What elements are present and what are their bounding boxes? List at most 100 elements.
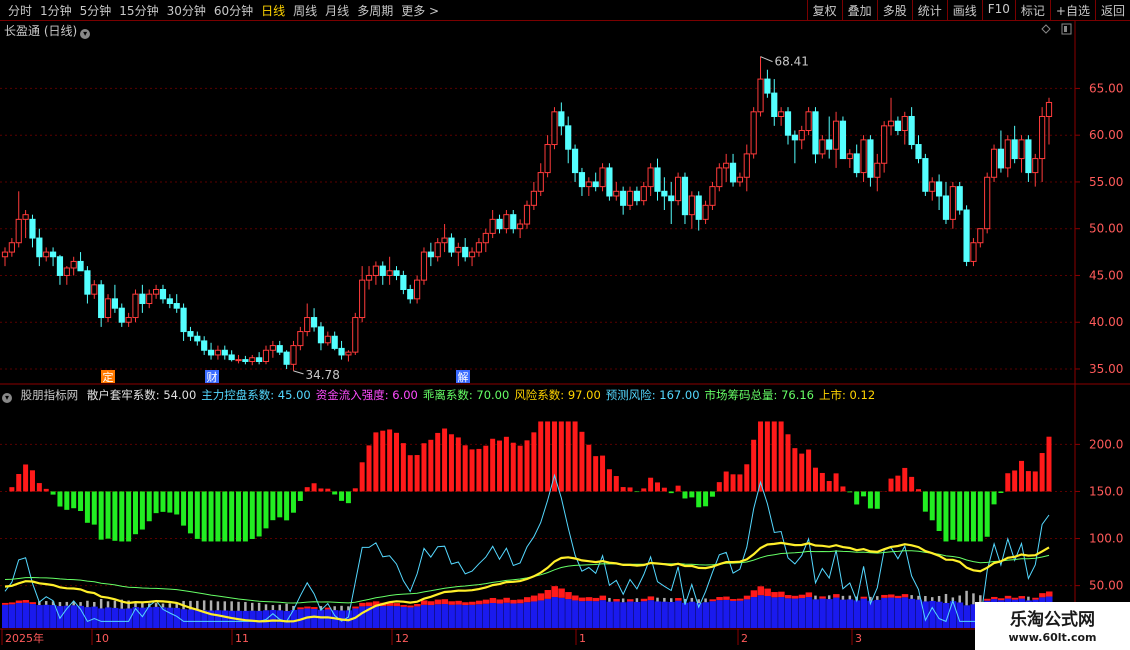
stock-title[interactable]: 长盈通 (日线) ▾ <box>4 22 91 39</box>
chevron-down-icon[interactable]: ▾ <box>2 393 12 403</box>
support-bar <box>146 491 152 522</box>
candle-body <box>517 223 524 230</box>
candle-body <box>702 204 709 220</box>
volume-base-bar <box>819 598 826 628</box>
candle-body <box>262 349 270 362</box>
volume-base-bar <box>36 605 43 628</box>
inflow-bar <box>469 601 476 605</box>
event-markers[interactable]: 定财解 <box>101 370 470 384</box>
period-tab-10[interactable]: 更多 > <box>397 2 443 19</box>
candle-body <box>365 274 373 281</box>
volume-base-bar <box>764 596 771 628</box>
support-bar <box>249 491 255 539</box>
tool-button-6[interactable]: 标记 <box>1014 0 1050 20</box>
volume-base-bar <box>572 600 579 628</box>
inflow-bar <box>730 599 737 601</box>
period-tabs: 分时 1分钟 5分钟 15分钟 30分钟 60分钟 日线 周线 月线 多周期 更多 > <box>4 2 443 19</box>
volume-base-bar <box>187 609 194 628</box>
period-tab-8[interactable]: 月线 <box>321 2 353 19</box>
inflow-bar <box>819 596 826 599</box>
tool-button-4[interactable]: 画线 <box>946 0 982 20</box>
candle-body <box>709 186 716 206</box>
volume-base-bar <box>778 597 785 628</box>
support-bar <box>943 491 949 542</box>
volume-base-bar <box>544 598 552 628</box>
pressure-bar <box>895 475 901 492</box>
pressure-bar <box>448 434 454 492</box>
tool-button-1[interactable]: 叠加 <box>841 0 877 20</box>
indicator-tick-label: 50.00 <box>1089 579 1123 593</box>
candle-body <box>166 298 173 305</box>
volume-base-bar <box>359 606 366 628</box>
candle-body <box>578 172 586 188</box>
pressure-bar <box>428 439 434 492</box>
candle-body <box>853 153 860 174</box>
candle-body <box>468 251 476 258</box>
period-tab-7[interactable]: 周线 <box>289 2 321 19</box>
inflow-bar <box>304 606 311 609</box>
period-tab-6[interactable]: 日线 <box>257 2 289 19</box>
inflow-bar <box>736 598 744 601</box>
period-tab-3[interactable]: 15分钟 <box>115 2 162 19</box>
tool-button-0[interactable]: 复权 <box>806 0 842 20</box>
tool-button-5[interactable]: F10 <box>981 0 1015 20</box>
period-tab-5[interactable]: 60分钟 <box>210 2 257 19</box>
inflow-bar <box>517 599 524 604</box>
pressure-bar <box>744 464 750 492</box>
candle-body <box>565 125 572 150</box>
pressure-bar <box>325 488 331 492</box>
legend-item: 上市: 0.12 <box>819 388 876 402</box>
period-tab-2[interactable]: 5分钟 <box>76 2 116 19</box>
pressure-bar <box>1046 436 1052 492</box>
pressure-bar <box>366 445 372 492</box>
period-tab-1[interactable]: 1分钟 <box>36 2 76 19</box>
candle-body <box>482 232 489 244</box>
candle-body <box>503 214 510 230</box>
pressure-bar <box>716 482 722 492</box>
candle-body <box>345 351 352 356</box>
tool-button-7[interactable]: +自选 <box>1049 0 1095 20</box>
candle-body <box>716 167 723 188</box>
candle-body <box>84 270 91 295</box>
indicator-tick-label: 100.0 <box>1089 532 1123 546</box>
candle-body <box>249 357 256 362</box>
support-bar <box>922 491 928 512</box>
event-marker-label[interactable]: 定 <box>103 370 114 384</box>
tool-button-2[interactable]: 多股 <box>876 0 912 20</box>
indicator-name[interactable]: 股朋指标网 <box>21 388 79 402</box>
candle-body <box>159 288 167 300</box>
date-label: 2025年 <box>5 631 44 645</box>
event-marker-label[interactable]: 财 <box>207 370 218 384</box>
tool-button-8[interactable]: 返回 <box>1094 0 1130 20</box>
pressure-bar <box>43 488 49 492</box>
candle-body <box>214 349 222 356</box>
pressure-bar <box>840 486 846 492</box>
candle-body <box>276 345 283 353</box>
chart-canvas[interactable]: 65.00 60.00 55.00 50.00 45.00 40.00 35.00 68.4… <box>0 0 1130 650</box>
inflow-bar <box>524 597 531 603</box>
candlestick-series[interactable] <box>1 56 1053 371</box>
pressure-bar <box>799 453 805 492</box>
chevron-down-icon[interactable]: ▾ <box>80 29 91 39</box>
volume-base-bar <box>942 602 950 628</box>
pressure-bar <box>435 432 441 492</box>
candle-body <box>22 214 29 220</box>
volume-base-bar <box>379 606 387 628</box>
candle-body <box>441 237 448 244</box>
period-tab-0[interactable]: 分时 <box>4 2 36 19</box>
pressure-bar <box>1005 473 1011 492</box>
candle-body <box>56 256 64 276</box>
event-marker-label[interactable]: 解 <box>458 370 469 384</box>
inflow-bar <box>22 600 30 603</box>
period-tab-9[interactable]: 多周期 <box>353 2 397 19</box>
volume-base-bar <box>833 597 840 628</box>
candle-body <box>104 298 112 319</box>
tool-button-3[interactable]: 统计 <box>911 0 947 20</box>
candle-body <box>970 242 977 262</box>
high-pointer <box>760 56 773 63</box>
period-tab-4[interactable]: 30分钟 <box>163 2 210 19</box>
candle-body <box>1039 115 1046 160</box>
candle-body <box>750 111 757 155</box>
candle-body <box>400 274 407 290</box>
pressure-bar <box>400 443 406 492</box>
